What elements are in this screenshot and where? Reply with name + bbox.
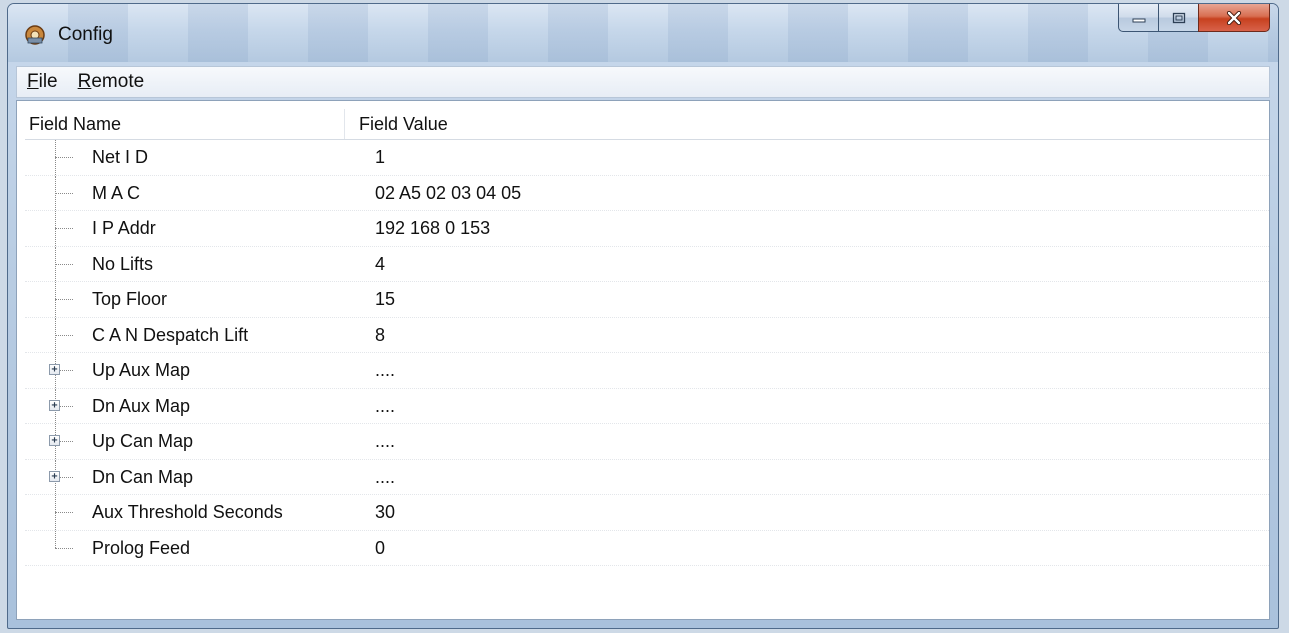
table-row[interactable]: I P Addr 192 168 0 153 [25,211,1269,247]
expand-plus-icon[interactable]: + [49,470,60,482]
maximize-icon [1172,12,1185,23]
table-row[interactable]: Net I D 1 [25,140,1269,176]
table-row[interactable]: C A N Despatch Lift 8 [25,317,1269,353]
column-header-field-value[interactable]: Field Value [345,109,448,139]
menu-bar: File Remote [16,66,1270,98]
field-value-cell[interactable]: 1 [375,140,385,175]
app-gear-icon[interactable] [24,24,46,46]
field-name-cell: No Lifts [92,253,154,274]
tree-connector-horizontal [55,299,73,301]
tree-connector-horizontal [55,228,73,230]
field-value-cell[interactable]: 30 [375,495,395,530]
table-row[interactable]: + Up Aux Map.... [25,353,1269,389]
close-icon [1226,10,1242,25]
menu-file-label: ile [38,71,58,92]
field-value-cell[interactable]: 192 168 0 153 [375,211,490,246]
field-name-cell: Net I D [92,147,149,167]
config-window: Config File Remote Field Name Field Valu… [7,3,1279,629]
table-row[interactable]: Aux Threshold Seconds 30 [25,495,1269,531]
title-bar[interactable]: Config [8,4,1278,62]
tree-connector-horizontal [55,157,73,159]
menu-remote-label: emote [91,71,145,92]
caption-buttons [1118,4,1270,34]
maximize-button[interactable] [1158,4,1198,32]
field-value-cell[interactable]: 0 [375,531,385,566]
field-name-cell: M A C [92,182,141,203]
expand-plus-icon[interactable]: + [49,399,60,411]
table-row[interactable]: + Dn Can Map.... [25,459,1269,495]
field-value-cell[interactable]: .... [375,389,395,424]
table-row[interactable]: + Up Can Map.... [25,424,1269,460]
field-name-cell: Aux Threshold Seconds [92,502,283,522]
field-value-cell[interactable]: .... [375,460,395,495]
field-name-cell: Prolog Feed [92,537,191,558]
expand-plus-icon[interactable]: + [49,364,60,375]
field-value-cell[interactable]: 4 [375,247,385,282]
field-value-cell[interactable]: 02 A5 02 03 04 05 [375,176,521,211]
menu-remote[interactable]: Remote [68,67,155,97]
minimize-icon [1132,18,1145,22]
table-row[interactable]: Prolog Feed 0 [25,530,1269,566]
field-name-cell: Up Can Map [92,431,194,451]
config-grid[interactable]: Field Name Field Value Net I D 1 M A C 02 A… [16,100,1270,620]
table-row[interactable]: + Dn Aux Map.... [25,388,1269,424]
field-name-cell: C A N Despatch Lift [92,324,249,345]
expand-plus-icon[interactable]: + [49,435,60,446]
field-value-cell[interactable]: 8 [375,318,385,353]
grid-rows: Net I D 1 M A C 02 A5 02 03 04 05 I P Addr 19… [25,140,1269,566]
tree-connector-horizontal [55,334,73,336]
menu-remote-access-key: R [77,71,92,92]
field-value-cell[interactable]: .... [375,424,395,459]
field-name-cell: Up Aux Map [92,360,191,380]
field-value-cell[interactable]: 15 [375,282,395,317]
tree-connector-horizontal [55,192,73,194]
field-name-cell: Top Floor [92,289,168,309]
column-header-field-name[interactable]: Field Name [25,109,345,139]
tree-connector-horizontal [55,512,73,514]
menu-file[interactable]: File [17,67,68,97]
table-row[interactable]: Top Floor 15 [25,282,1269,318]
table-row[interactable]: No Lifts 4 [25,246,1269,282]
tree-connector-vertical [55,530,56,548]
tree-connector-horizontal [55,263,73,265]
field-name-cell: Dn Aux Map [92,395,191,416]
grid-header: Field Name Field Value [25,109,1269,140]
window-title: Config [58,24,113,45]
table-row[interactable]: M A C 02 A5 02 03 04 05 [25,175,1269,211]
tree-connector-horizontal [55,547,73,549]
menu-file-access-key: F [27,71,39,92]
field-name-cell: I P Addr [92,218,156,238]
minimize-button[interactable] [1118,4,1158,32]
field-name-cell: Dn Can Map [92,466,194,487]
close-button[interactable] [1198,4,1270,32]
field-value-cell[interactable]: .... [375,353,395,388]
